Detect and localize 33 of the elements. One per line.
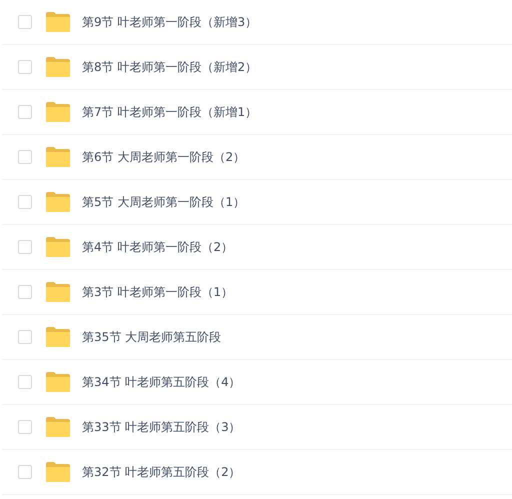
folder-name[interactable]: 第32节 叶老师第五阶段（2） bbox=[82, 464, 241, 480]
folder-name[interactable]: 第6节 大周老师第一阶段（2） bbox=[82, 148, 246, 166]
folder-icon bbox=[45, 281, 71, 303]
folder-name[interactable]: 第5节 大周老师第一阶段（1） bbox=[82, 194, 246, 210]
folder-icon bbox=[45, 326, 71, 348]
folder-icon bbox=[45, 461, 71, 483]
folder-icon bbox=[45, 191, 71, 213]
folder-name[interactable]: 第3节 叶老师第一阶段（1） bbox=[82, 284, 234, 300]
checkbox[interactable] bbox=[18, 60, 32, 74]
folder-name[interactable]: 第35节 大周老师第五阶段 bbox=[82, 328, 222, 346]
folder-name[interactable]: 第7节 叶老师第一阶段（新增1） bbox=[82, 104, 258, 120]
folder-icon bbox=[45, 101, 71, 123]
checkbox[interactable] bbox=[18, 285, 32, 299]
checkbox[interactable] bbox=[18, 330, 32, 344]
folder-name[interactable]: 第9节 叶老师第一阶段（新增3） bbox=[82, 14, 258, 30]
checkbox[interactable] bbox=[18, 195, 32, 209]
checkbox[interactable] bbox=[18, 240, 32, 254]
folder-icon bbox=[45, 56, 71, 78]
checkbox[interactable] bbox=[18, 420, 32, 434]
checkbox[interactable] bbox=[18, 105, 32, 119]
folder-icon bbox=[45, 416, 71, 438]
folder-icon bbox=[45, 146, 71, 168]
folder-name[interactable]: 第4节 叶老师第一阶段（2） bbox=[82, 238, 234, 256]
checkbox[interactable] bbox=[18, 15, 32, 29]
checkbox[interactable] bbox=[18, 465, 32, 479]
folder-icon bbox=[45, 371, 71, 393]
folder-name[interactable]: 第33节 叶老师第五阶段（3） bbox=[82, 418, 241, 436]
folder-name[interactable]: 第34节 叶老师第五阶段（4） bbox=[82, 374, 241, 390]
folder-icon bbox=[45, 11, 71, 33]
folder-icon bbox=[45, 236, 71, 258]
checkbox[interactable] bbox=[18, 375, 32, 389]
folder-name[interactable]: 第8节 叶老师第一阶段（新增2） bbox=[82, 58, 258, 76]
checkbox[interactable] bbox=[18, 150, 32, 164]
